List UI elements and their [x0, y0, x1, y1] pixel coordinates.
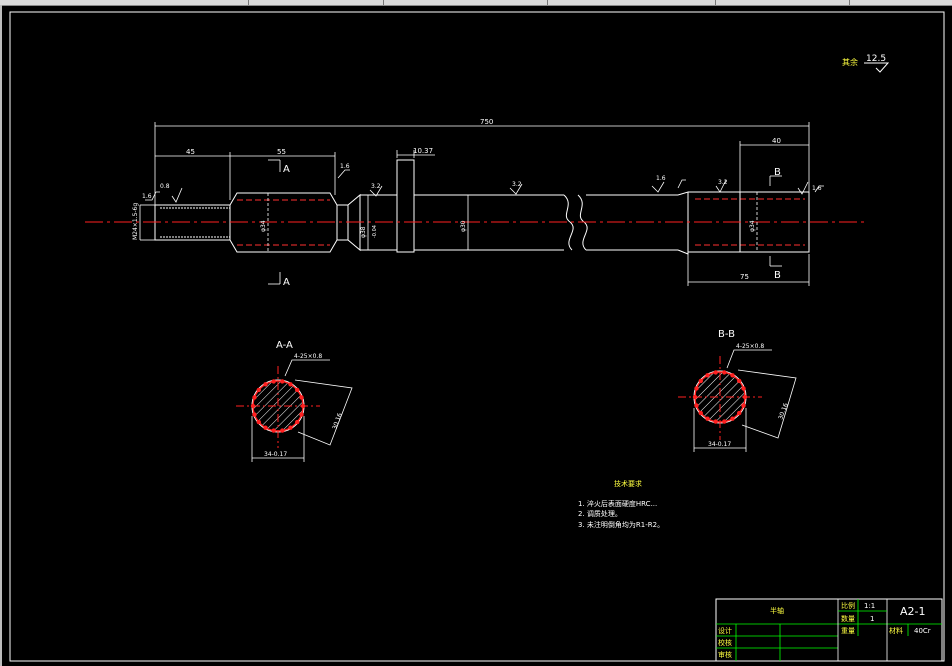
len-45-dim: 45: [186, 148, 195, 156]
spline-tooth: [256, 387, 261, 393]
drawing-number: A2-1: [900, 605, 926, 618]
spline-tooth: [280, 428, 285, 433]
roughness-3-2-c: 3.2: [718, 179, 728, 186]
scale-value: 1:1: [864, 602, 875, 610]
roughness-1-6-a: 1.6: [142, 193, 152, 200]
section-b-top-label: B: [774, 167, 781, 178]
flange-thickness-dim: 10.37: [413, 147, 433, 155]
tech-req-item-2: 2. 调质处理。: [578, 509, 622, 518]
scale-label: 比例: [841, 601, 855, 610]
tech-req-title: 技术要求: [614, 479, 642, 488]
spline-tooth: [705, 373, 710, 378]
spline-tooth: [271, 379, 276, 384]
roughness-1-6-d: 1.6: [812, 185, 822, 192]
section-bb-outer-dim: 34-0.17: [708, 441, 731, 448]
section-bb-side-dim: 30.16: [777, 402, 790, 421]
spline-tooth: [271, 428, 276, 433]
material-value: 40Cr: [914, 627, 931, 635]
cad-drawing-canvas[interactable]: 其余 12.5 750 45 55 40 10.37 75 1.6 0.8 1.…: [0, 0, 952, 666]
tech-req-item-3: 3. 未注明倒角均为R1-R2。: [578, 520, 664, 529]
spline-tooth: [713, 370, 718, 375]
roughness-note: 其余 12.5: [842, 54, 890, 73]
spline-tooth: [252, 395, 257, 400]
shaft-main-view: [154, 159, 810, 255]
technical-requirements: 技术要求 1. 淬火后表面硬度HRC... 2. 调质处理。 3. 未注明倒角均…: [578, 479, 664, 529]
spline-tooth: [694, 386, 699, 391]
drawing-frame: [9, 11, 945, 662]
spline-tooth: [263, 425, 268, 430]
flange-outline: [396, 159, 415, 253]
section-a-bottom-label: A: [283, 277, 290, 288]
thread-dia-dim: M24×1.5-6g: [132, 203, 139, 240]
qty-label: 数量: [841, 614, 855, 623]
right-spline-dia-dim: φ34: [749, 220, 756, 232]
spline-tooth: [741, 386, 746, 391]
spline-tooth: [295, 419, 300, 425]
len-40-dim: 40: [772, 137, 781, 145]
section-aa-outer-dim: 34-0.17: [264, 451, 287, 458]
left-spline-dia-dim: φ34: [260, 220, 267, 232]
section-bb-callout: 4-25×0.8: [736, 343, 764, 350]
spline-tooth: [741, 403, 746, 408]
spline-tooth: [288, 382, 293, 387]
section-bb-title: B-B: [718, 329, 735, 340]
spline-tooth: [705, 416, 710, 421]
title-block: 半轴 比例 1:1 数量 1 A2-1 重量 材料 40Cr 设计 校核 审核: [715, 598, 943, 662]
roughness-1-6-c: 1.6: [656, 175, 666, 182]
len-55-dim: 55: [277, 148, 286, 156]
spline-tooth: [722, 370, 727, 375]
spline-tooth: [280, 379, 285, 384]
spline-tooth: [288, 425, 293, 430]
overall-length-dim: 750: [480, 118, 493, 126]
section-aa-title: A-A: [276, 340, 293, 351]
spline-tooth: [722, 419, 727, 424]
approver-label: 审核: [718, 650, 732, 659]
spline-tooth: [730, 416, 735, 421]
part-name: 半轴: [770, 606, 784, 615]
spline-tooth: [730, 373, 735, 378]
len-75-dim: 75: [740, 273, 749, 281]
spline-tooth: [737, 410, 742, 416]
section-markers: A A B B: [283, 164, 781, 288]
weight-label: 重量: [841, 627, 855, 635]
spline-tooth: [256, 419, 261, 425]
section-a-top-label: A: [283, 164, 290, 175]
roughness-0-8: 0.8: [160, 183, 170, 190]
spline-tooth: [698, 378, 703, 384]
spline-tooth: [295, 387, 300, 393]
roughness-1-6-b: 1.6: [340, 163, 350, 170]
shaft-tol-dim: -0.04: [372, 225, 378, 238]
roughness-marks: [145, 169, 824, 203]
section-bb-view: B-B 4-25×0.8 34-0.17 30.16: [678, 329, 797, 452]
spline-tooth: [737, 378, 742, 384]
spline-tooth: [252, 412, 257, 417]
spline-tooth: [694, 403, 699, 408]
spline-tooth: [299, 395, 304, 400]
designer-label: 设计: [718, 626, 732, 635]
spline-tooth: [263, 382, 268, 387]
shaft-dia-b-dim: φ30: [460, 220, 467, 232]
tech-req-item-1: 1. 淬火后表面硬度HRC...: [578, 499, 657, 508]
checker-label: 校核: [718, 638, 732, 647]
dimension-lines: [139, 122, 810, 286]
material-label: 材料: [889, 626, 903, 635]
section-aa-view: A-A 4-25×0.8 34-0.17 30.16: [236, 340, 353, 462]
spline-tooth: [713, 419, 718, 424]
qty-value: 1: [870, 615, 874, 623]
section-aa-side-dim: 30.16: [331, 412, 344, 431]
roughness-prefix: 其余: [842, 57, 858, 67]
spline-tooth: [698, 410, 703, 416]
shaft-dia-a-dim: φ38: [360, 226, 367, 238]
section-aa-callout: 4-25×0.8: [294, 353, 322, 360]
roughness-3-2-b: 3.2: [512, 181, 522, 188]
section-b-bottom-label: B: [774, 270, 781, 281]
spline-tooth: [299, 412, 304, 417]
roughness-symbol-icon: [864, 62, 890, 73]
roughness-3-2-a: 3.2: [371, 183, 381, 190]
